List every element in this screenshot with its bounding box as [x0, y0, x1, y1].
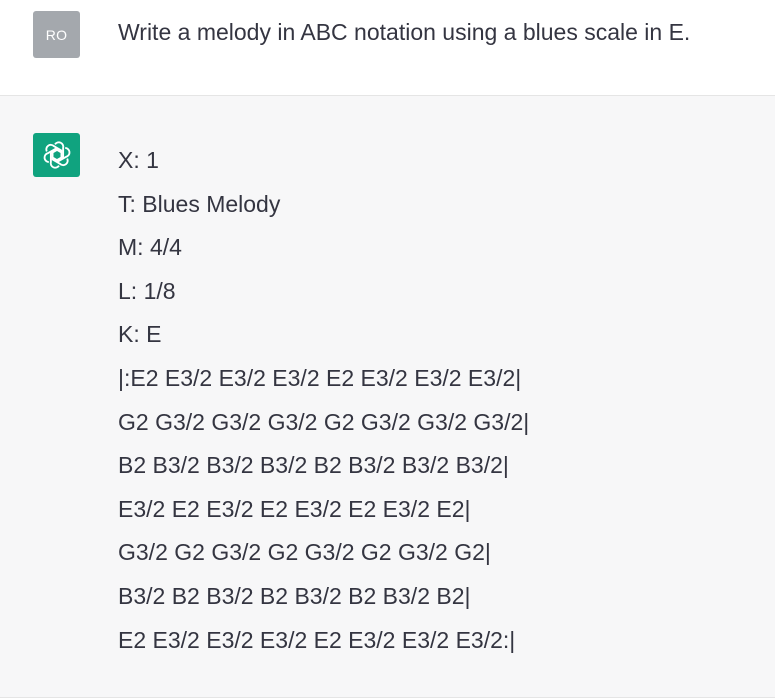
abc-line: K: E — [118, 321, 162, 348]
abc-line: E3/2 E2 E3/2 E2 E3/2 E2 E3/2 E2| — [118, 495, 471, 522]
abc-line: G3/2 G2 G3/2 G2 G3/2 G2 G3/2 G2| — [118, 539, 491, 566]
abc-notation-block: X: 1 T: Blues Melody M: 4/4 L: 1/8 K: E … — [118, 139, 529, 662]
assistant-avatar — [33, 133, 80, 177]
abc-line: B2 B3/2 B3/2 B3/2 B2 B3/2 B3/2 B3/2| — [118, 452, 509, 479]
user-avatar: RO — [33, 11, 80, 58]
assistant-message-row: X: 1 T: Blues Melody M: 4/4 L: 1/8 K: E … — [0, 96, 775, 698]
abc-line: T: Blues Melody — [118, 190, 281, 217]
abc-line: X: 1 — [118, 147, 159, 173]
abc-line: B3/2 B2 B3/2 B2 B3/2 B2 B3/2 B2| — [118, 582, 471, 609]
user-message-text: Write a melody in ABC notation using a b… — [118, 19, 691, 45]
abc-line: |:E2 E3/2 E3/2 E3/2 E2 E3/2 E3/2 E3/2| — [118, 364, 522, 391]
user-message-row: RO Write a melody in ABC notation using … — [0, 0, 775, 96]
abc-line: M: 4/4 — [118, 234, 182, 261]
abc-line: L: 1/8 — [118, 277, 176, 304]
openai-logo-icon — [43, 141, 70, 169]
abc-line: E2 E3/2 E3/2 E3/2 E2 E3/2 E3/2 E3/2:| — [118, 626, 516, 653]
abc-line: G2 G3/2 G3/2 G3/2 G2 G3/2 G3/2 G3/2| — [118, 408, 530, 435]
